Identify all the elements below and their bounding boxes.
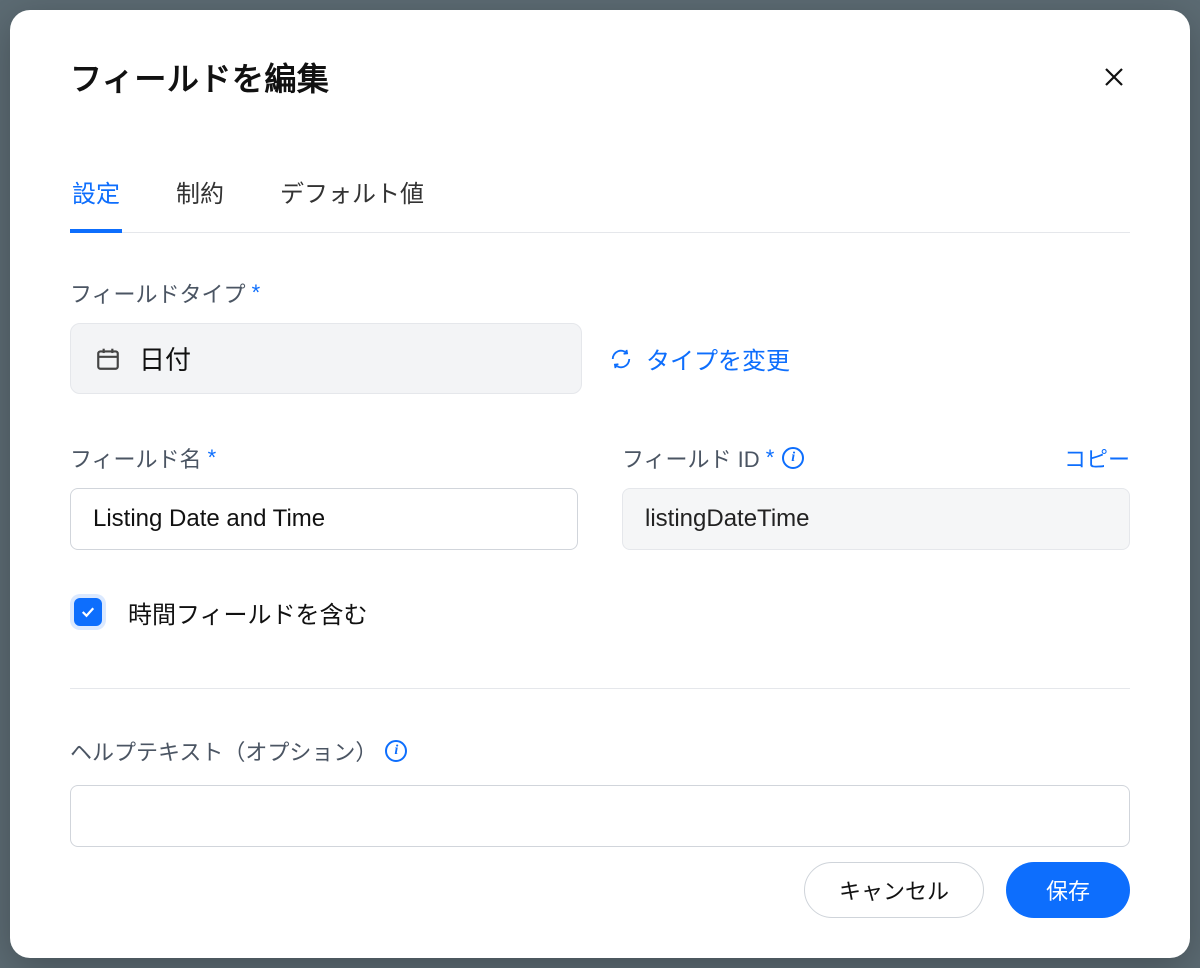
field-id-label-text: フィールド ID xyxy=(622,442,760,474)
field-type-value: 日付 xyxy=(139,340,191,377)
tabs: 設定 制約 デフォルト値 xyxy=(70,174,1130,233)
modal-header: フィールドを編集 xyxy=(70,54,1130,100)
info-icon[interactable] xyxy=(782,447,804,469)
required-indicator: * xyxy=(252,280,261,306)
field-name-label-text: フィールド名 xyxy=(70,442,202,474)
tab-constraints[interactable]: 制約 xyxy=(174,174,226,233)
refresh-icon xyxy=(610,348,632,370)
required-indicator: * xyxy=(766,445,775,471)
save-button[interactable]: 保存 xyxy=(1006,862,1130,918)
field-id-input[interactable] xyxy=(622,488,1130,550)
info-icon[interactable] xyxy=(385,740,407,762)
tab-default-value[interactable]: デフォルト値 xyxy=(278,174,426,233)
edit-field-modal: フィールドを編集 設定 制約 デフォルト値 フィールドタイプ * xyxy=(10,10,1190,958)
field-type-label-text: フィールドタイプ xyxy=(70,277,246,309)
copy-button[interactable]: コピー xyxy=(1064,442,1130,474)
tab-settings[interactable]: 設定 xyxy=(70,174,122,233)
field-type-group: フィールドタイプ * 日付 xyxy=(70,277,1130,394)
field-name-input[interactable] xyxy=(70,488,578,550)
include-time-checkbox[interactable] xyxy=(70,594,106,630)
check-icon xyxy=(79,603,97,621)
help-text-label-text: ヘルプテキスト（オプション） xyxy=(70,735,377,767)
field-name-group: フィールド名 * xyxy=(70,442,578,550)
tab-content: フィールドタイプ * 日付 xyxy=(70,277,1130,862)
field-id-group: フィールド ID * コピー xyxy=(622,442,1130,550)
calendar-icon xyxy=(95,346,121,372)
change-type-label: タイプを変更 xyxy=(646,341,790,376)
close-icon xyxy=(1102,65,1126,89)
modal-footer: キャンセル 保存 xyxy=(70,862,1130,918)
modal-title: フィールドを編集 xyxy=(70,54,329,100)
help-text-label: ヘルプテキスト（オプション） xyxy=(70,735,1130,767)
cancel-button[interactable]: キャンセル xyxy=(804,862,984,918)
required-indicator: * xyxy=(208,445,217,471)
close-button[interactable] xyxy=(1098,61,1130,93)
help-text-input[interactable] xyxy=(70,785,1130,847)
include-time-row: 時間フィールドを含む xyxy=(70,594,1130,630)
include-time-label: 時間フィールドを含む xyxy=(128,595,368,630)
field-type-display: 日付 xyxy=(70,323,582,394)
divider xyxy=(70,688,1130,689)
change-type-button[interactable]: タイプを変更 xyxy=(610,341,790,376)
field-id-label: フィールド ID * xyxy=(622,442,804,474)
field-name-label: フィールド名 * xyxy=(70,442,578,474)
field-type-label: フィールドタイプ * xyxy=(70,277,1130,309)
